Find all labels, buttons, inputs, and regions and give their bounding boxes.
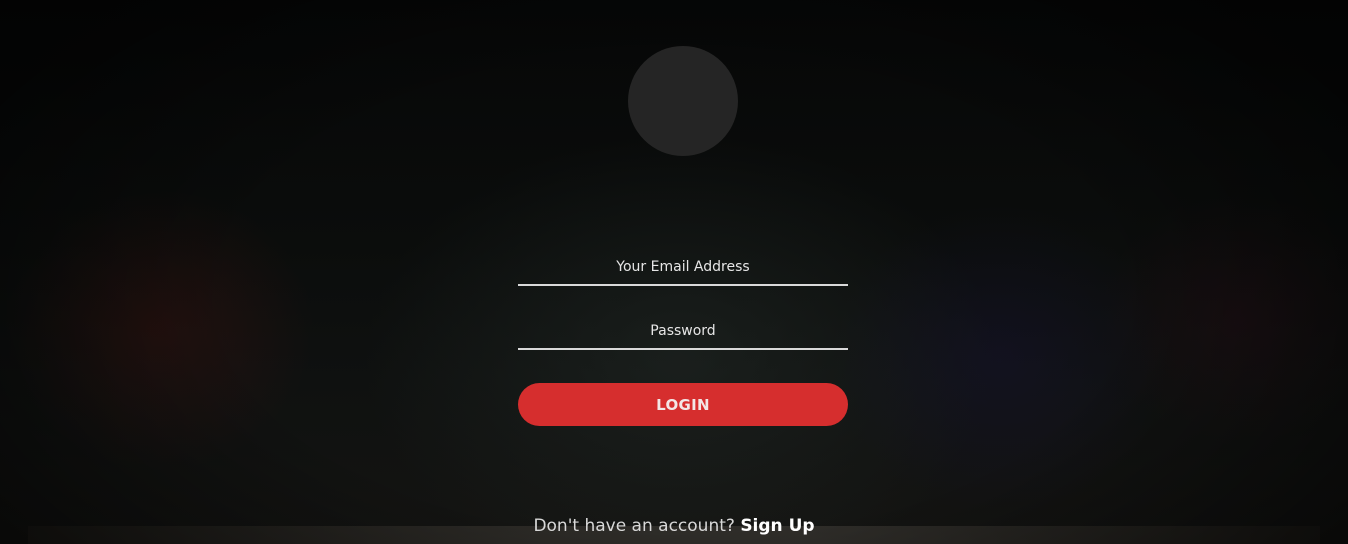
email-field-wrapper	[518, 250, 848, 288]
avatar	[628, 46, 738, 156]
password-field-wrapper	[518, 314, 848, 352]
password-field[interactable]	[518, 314, 848, 352]
signup-prompt-text: Don't have an account?	[533, 516, 741, 536]
email-field[interactable]	[518, 250, 848, 288]
login-button[interactable]: LOGIN	[518, 383, 848, 426]
signup-link[interactable]: Sign Up	[740, 516, 814, 536]
signup-prompt: Don't have an account? Sign Up	[0, 516, 1348, 536]
